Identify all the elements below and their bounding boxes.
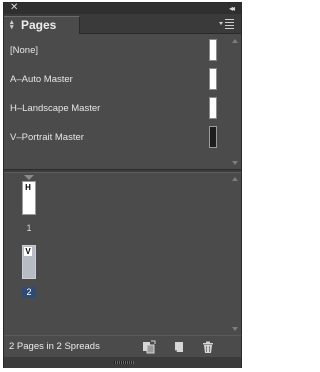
collapse-icon[interactable]: ◂◂	[229, 3, 235, 14]
master-thumbnail[interactable]	[209, 97, 217, 119]
new-page-icon[interactable]	[172, 340, 186, 354]
pages-list: H 1 V 2	[4, 173, 229, 335]
tab-label: Pages	[21, 18, 57, 32]
edit-page-size-icon[interactable]	[142, 340, 156, 354]
scroll-down-icon[interactable]	[232, 161, 238, 165]
master-thumbnail[interactable]	[209, 126, 217, 148]
master-item-v[interactable]: V–Portrait Master	[4, 124, 229, 152]
masters-list: [None] A–Auto Master H–Landscape Master …	[4, 35, 229, 169]
tab-pages[interactable]: ▴ ▾ Pages	[4, 16, 80, 34]
scroll-up-icon[interactable]	[232, 39, 238, 43]
pages-panel: ✕ ◂◂ ▴ ▾ Pages [None] A–Auto Master H–Land…	[3, 2, 242, 368]
pages-scrollbar[interactable]	[229, 173, 241, 335]
master-thumbnail[interactable]	[209, 68, 217, 90]
master-prefix: H	[24, 183, 32, 192]
tab-collapse-icon[interactable]: ▴ ▾	[10, 19, 18, 31]
panel-title-strip: ✕ ◂◂	[4, 1, 241, 15]
master-item-a[interactable]: A–Auto Master	[4, 66, 229, 94]
master-thumbnail[interactable]	[209, 39, 217, 61]
page-number[interactable]: 1	[22, 223, 36, 234]
page-thumbnail-1[interactable]: H	[22, 181, 36, 215]
master-label: [None]	[10, 45, 38, 56]
master-label: V–Portrait Master	[10, 132, 84, 143]
panel-footer: 2 Pages in 2 Spreads	[4, 335, 241, 357]
master-label: H–Landscape Master	[10, 103, 101, 114]
panel-menu-icon[interactable]	[219, 19, 235, 29]
tab-row: ▴ ▾ Pages	[4, 14, 241, 34]
close-icon[interactable]: ✕	[10, 1, 18, 15]
status-text: 2 Pages in 2 Spreads	[9, 341, 100, 352]
master-label: A–Auto Master	[10, 74, 73, 85]
master-item-h[interactable]: H–Landscape Master	[4, 95, 229, 123]
page-number[interactable]: 2	[22, 287, 36, 298]
spread-indicator-icon	[24, 175, 34, 180]
master-item-none[interactable]: [None]	[4, 37, 229, 65]
masters-scrollbar[interactable]	[229, 35, 241, 169]
resize-grip[interactable]	[4, 357, 241, 368]
page-thumbnail-2[interactable]: V	[22, 245, 36, 279]
master-prefix: V	[24, 247, 32, 256]
scroll-down-icon[interactable]	[232, 327, 238, 331]
trash-icon[interactable]	[201, 340, 215, 354]
scroll-up-icon[interactable]	[232, 177, 238, 181]
